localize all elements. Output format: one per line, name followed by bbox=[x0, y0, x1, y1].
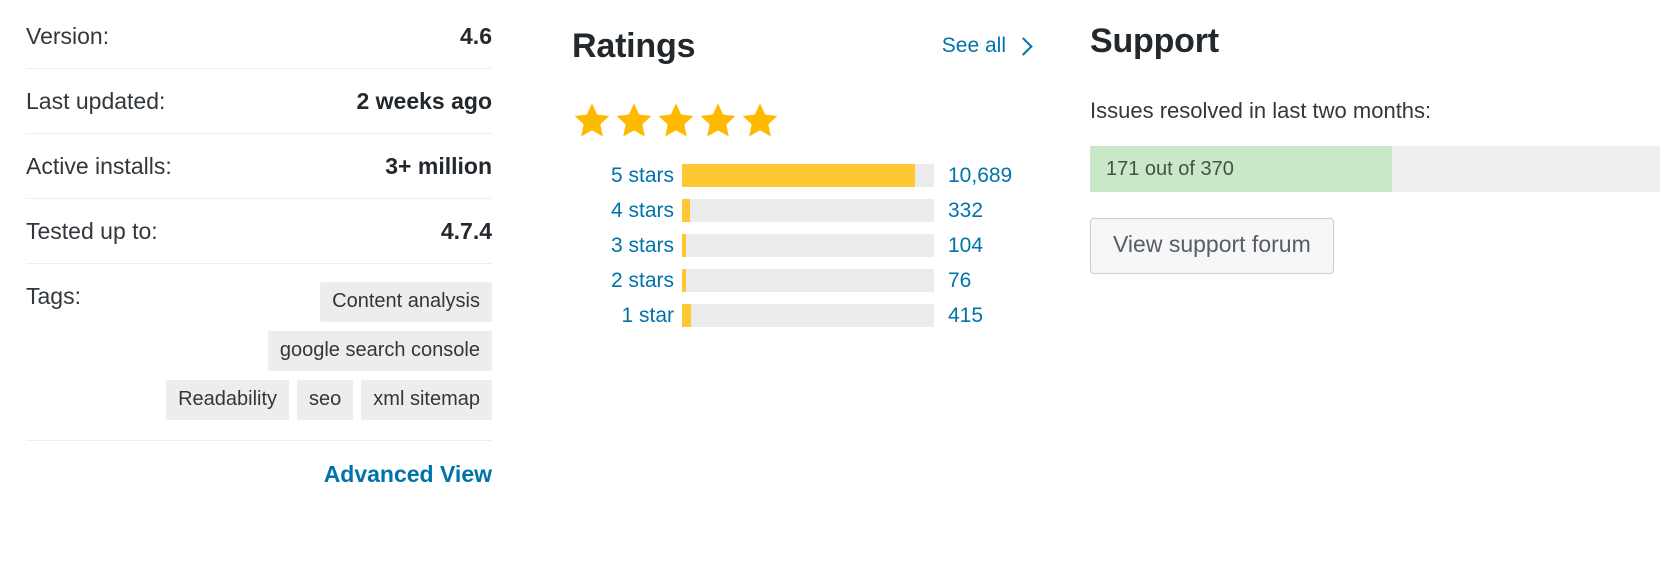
support-resolution-meter: 171 out of 370 bbox=[1090, 146, 1660, 193]
rating-bar-fill bbox=[682, 164, 916, 187]
rating-bar-label[interactable]: 5 stars bbox=[572, 164, 682, 188]
tag-item[interactable]: seo bbox=[297, 380, 354, 420]
rating-bar-row: 4 stars 332 bbox=[572, 197, 1032, 224]
star-icon bbox=[658, 103, 694, 137]
rating-bar-fill bbox=[682, 199, 690, 222]
rating-bar-row: 2 stars 76 bbox=[572, 267, 1032, 294]
ratings-header: Ratings See all bbox=[572, 0, 1033, 72]
rating-bar-count[interactable]: 415 bbox=[934, 304, 983, 328]
meta-row-tags: Tags: Content analysis google search con… bbox=[26, 264, 492, 441]
rating-bar-row: 3 stars 104 bbox=[572, 232, 1032, 259]
rating-bar-count[interactable]: 104 bbox=[934, 234, 983, 258]
meta-value-version: 4.6 bbox=[460, 23, 492, 49]
see-all-ratings-link[interactable]: See all bbox=[941, 34, 1033, 58]
rating-bar-track bbox=[682, 304, 934, 327]
tag-list: Content analysis google search console R… bbox=[162, 282, 492, 420]
rating-bar-count[interactable]: 332 bbox=[934, 199, 983, 223]
rating-bar-fill bbox=[682, 304, 692, 327]
support-subtitle: Issues resolved in last two months: bbox=[1090, 98, 1432, 123]
meta-value-active-installs: 3+ million bbox=[385, 153, 492, 179]
chevron-right-icon bbox=[1014, 36, 1033, 56]
meta-label-tested-up-to: Tested up to: bbox=[26, 218, 158, 244]
meta-label-tags: Tags: bbox=[26, 283, 81, 309]
star-icon bbox=[700, 103, 736, 137]
tag-item[interactable]: Readability bbox=[166, 380, 290, 420]
meta-row-tested-up-to: Tested up to: 4.7.4 bbox=[26, 199, 492, 264]
rating-bar-track bbox=[682, 234, 934, 257]
rating-bar-count[interactable]: 76 bbox=[934, 269, 971, 293]
star-icon bbox=[574, 103, 610, 137]
support-resolution-meter-label: 171 out of 370 bbox=[1106, 157, 1234, 180]
plugin-meta-list: Version: 4.6 Last updated: 2 weeks ago A… bbox=[26, 0, 492, 488]
rating-bar-track bbox=[682, 269, 934, 292]
rating-bar-fill bbox=[682, 269, 686, 292]
star-icon bbox=[616, 103, 652, 137]
tag-item[interactable]: xml sitemap bbox=[361, 380, 492, 420]
rating-bar-fill bbox=[682, 234, 686, 257]
tag-item[interactable]: Content analysis bbox=[320, 282, 492, 322]
meta-label-version: Version: bbox=[26, 23, 110, 49]
rating-bar-label[interactable]: 1 star bbox=[572, 304, 682, 328]
rating-breakdown-bars: 5 stars 10,689 4 stars 332 3 stars 104 2… bbox=[572, 162, 1032, 329]
support-section: Support Issues resolved in last two mont… bbox=[1090, 0, 1662, 274]
see-all-label: See all bbox=[941, 34, 1006, 57]
meta-label-last-updated: Last updated: bbox=[26, 88, 166, 114]
meta-label-active-installs: Active installs: bbox=[26, 153, 172, 179]
rating-stars bbox=[572, 98, 1032, 142]
advanced-view-link[interactable]: Advanced View bbox=[324, 461, 492, 488]
star-icon bbox=[742, 103, 778, 137]
meta-row-version: Version: 4.6 bbox=[26, 0, 492, 69]
rating-bar-count[interactable]: 10,689 bbox=[934, 164, 1012, 188]
meta-row-active-installs: Active installs: 3+ million bbox=[26, 134, 492, 199]
advanced-view-row: Advanced View bbox=[26, 441, 492, 488]
meta-value-tested-up-to: 4.7.4 bbox=[440, 218, 492, 244]
rating-bar-track bbox=[682, 164, 934, 187]
rating-bar-track bbox=[682, 199, 934, 222]
rating-bar-label[interactable]: 2 stars bbox=[572, 269, 682, 293]
rating-bar-row: 5 stars 10,689 bbox=[572, 162, 1032, 189]
rating-bar-label[interactable]: 3 stars bbox=[572, 234, 682, 258]
tag-item[interactable]: google search console bbox=[267, 331, 492, 371]
meta-value-last-updated: 2 weeks ago bbox=[356, 88, 492, 114]
ratings-section: Ratings See all 5 stars 10,689 4 stars 3… bbox=[572, 0, 1033, 337]
rating-bar-row: 1 star 415 bbox=[572, 302, 1032, 329]
meta-row-last-updated: Last updated: 2 weeks ago bbox=[26, 69, 492, 134]
ratings-title: Ratings bbox=[572, 27, 696, 65]
rating-bar-label[interactable]: 4 stars bbox=[572, 199, 682, 223]
support-title: Support bbox=[1090, 22, 1219, 60]
view-support-forum-button[interactable]: View support forum bbox=[1090, 218, 1334, 274]
plugin-details-panel: Version: 4.6 Last updated: 2 weeks ago A… bbox=[0, 0, 1674, 582]
